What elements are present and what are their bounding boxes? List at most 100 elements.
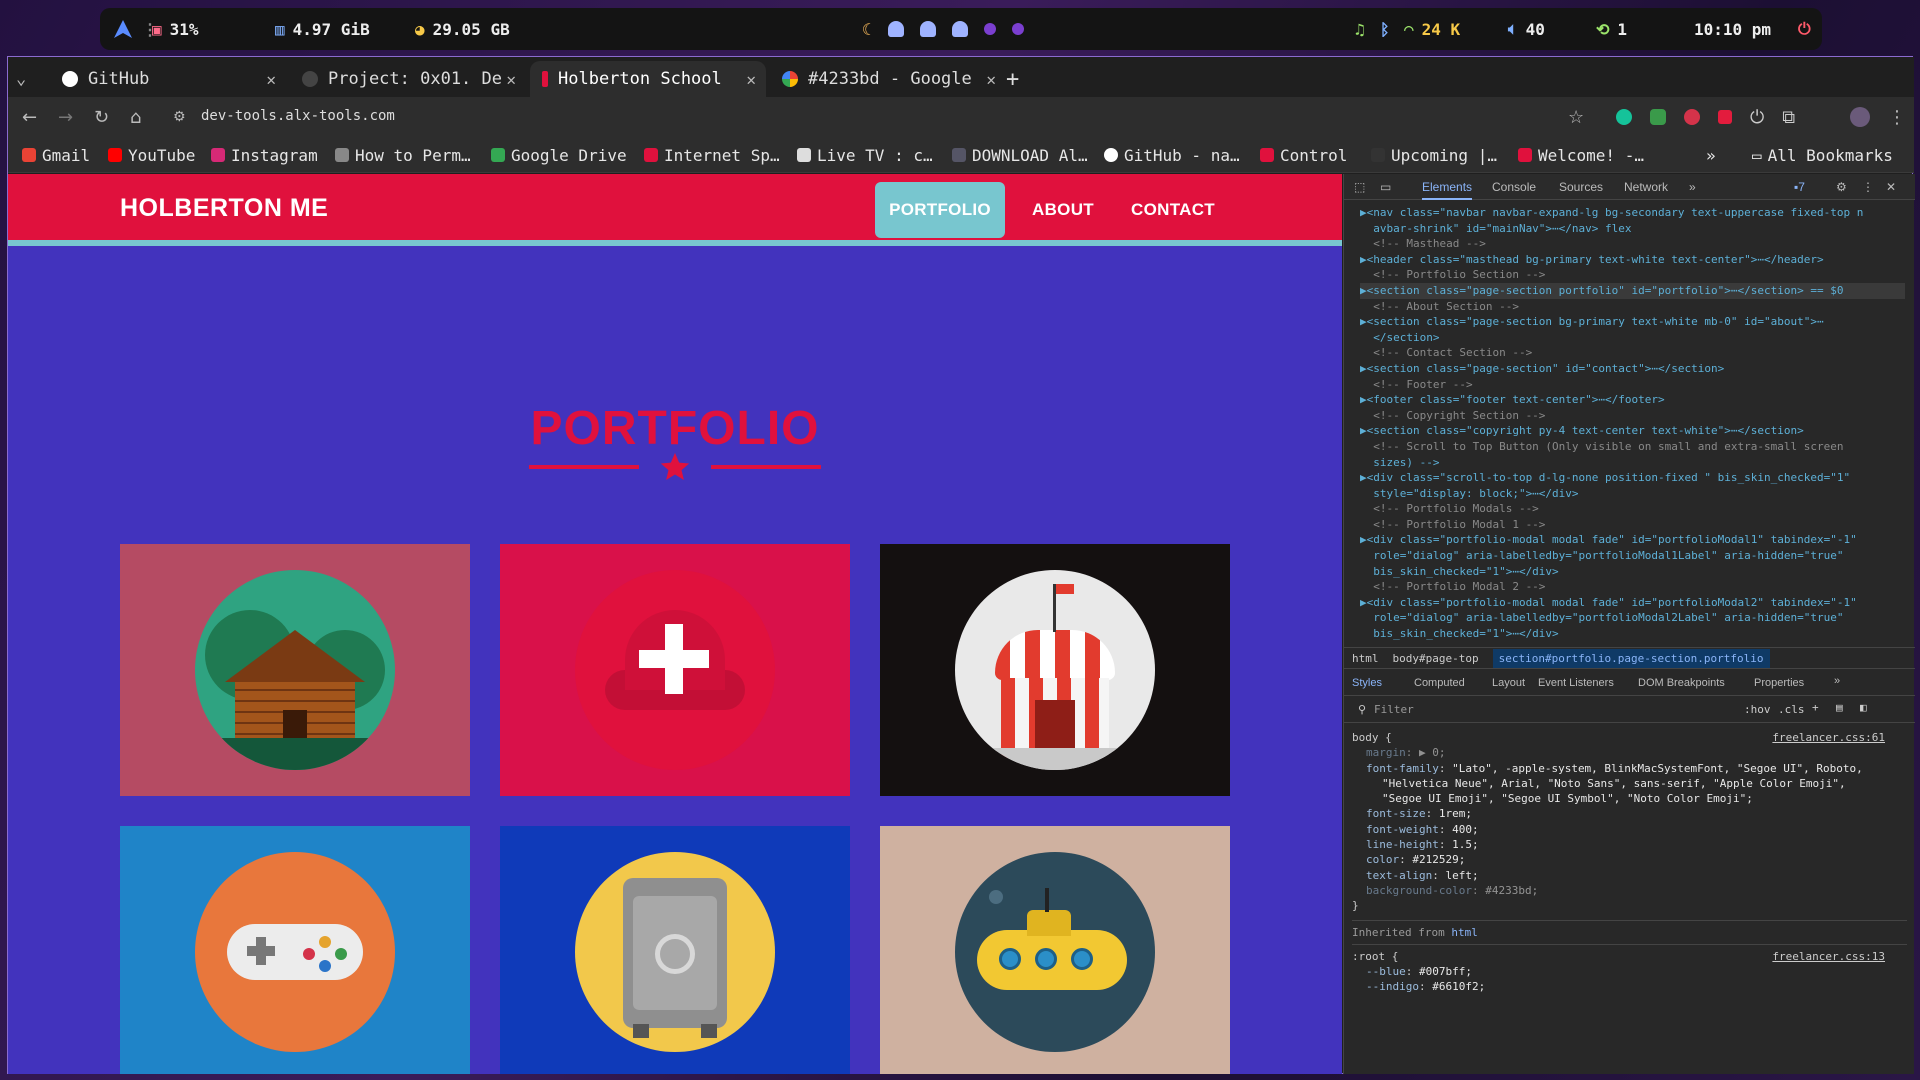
dom-node-line[interactable]: ▶<div class="scroll-to-top d-lg-none pos… [1360,470,1905,486]
nav-portfolio[interactable]: PORTFOLIO [875,182,1005,238]
dom-node-line[interactable]: role="dialog" aria-labelledby="portfolio… [1360,610,1905,626]
subtab-layout[interactable]: Layout [1492,677,1525,689]
extensions-puzzle-icon[interactable]: ⧉ [1782,107,1795,128]
dom-node-line[interactable]: <!-- Portfolio Modals --> [1360,501,1905,517]
dom-node-line[interactable]: <!-- Portfolio Modal 1 --> [1360,517,1905,533]
style-value[interactable]: 1.5; [1452,838,1479,851]
style-property[interactable]: color [1366,853,1399,866]
style-declaration[interactable]: text-align: left; [1352,868,1907,883]
style-property[interactable]: text-align [1366,869,1432,882]
style-value[interactable]: #007bff; [1419,965,1472,978]
style-value[interactable]: ▶ 0; [1419,746,1446,759]
site-settings-icon[interactable]: ⚙ [173,97,186,137]
sidebar-toggle-icon[interactable]: ◧ [1860,701,1867,714]
grammarly-icon[interactable] [1616,109,1632,125]
workspace-dot[interactable] [983,23,996,35]
dom-node-line[interactable]: <!-- Footer --> [1360,377,1905,393]
portfolio-item-safe[interactable] [500,826,850,1074]
bookmark-youtube[interactable]: YouTube [108,143,195,167]
hov-toggle[interactable]: :hov [1744,703,1771,716]
nav-about[interactable]: ABOUT [1020,182,1106,238]
style-property[interactable]: line-height [1366,838,1439,851]
tab-project[interactable]: Project: 0x01. De ✕ [290,61,526,97]
style-property[interactable]: --indigo [1366,980,1419,993]
bookmark-google-drive[interactable]: Google Drive [491,143,627,167]
extension-red-icon[interactable] [1718,110,1732,124]
volume-widget[interactable]: 🔈︎ 40 [1508,8,1545,50]
bluetooth-icon[interactable]: ᛒ [1380,8,1390,50]
portfolio-item-circus[interactable] [880,544,1230,796]
style-property[interactable]: font-family [1366,762,1439,775]
root-source-link[interactable]: freelancer.css:13 [1772,949,1885,964]
style-property[interactable]: font-size [1366,807,1426,820]
dom-node-line[interactable]: role="dialog" aria-labelledby="portfolio… [1360,548,1905,564]
forward-icon[interactable]: → [58,97,73,137]
cls-toggle[interactable]: .cls [1778,703,1805,716]
devtools-tab-elements[interactable]: Elements [1422,180,1473,200]
bookmark-welcome[interactable]: Welcome! -… [1518,143,1644,167]
bookmark-internet-speed[interactable]: Internet Sp… [644,143,780,167]
all-bookmarks[interactable]: ▭ All Bookmarks [1752,143,1893,167]
dom-node-line[interactable]: bis_skin_checked="1">⋯</div> [1360,626,1905,641]
style-declaration[interactable]: --indigo: #6610f2; [1352,979,1907,994]
extension-badge-icon[interactable] [1684,109,1700,125]
bookmark-gmail[interactable]: Gmail [22,143,90,167]
styles-filter-input[interactable]: Filter [1374,703,1414,716]
style-declaration[interactable]: background-color: #4233bd; [1352,883,1907,898]
dom-node-line[interactable]: <!-- About Section --> [1360,299,1905,315]
dom-node-line[interactable]: <!-- Masthead --> [1360,236,1905,252]
dom-node-line[interactable]: style="display: block;">⋯</div> [1360,486,1905,502]
more-bookmarks-icon[interactable]: » [1706,143,1716,167]
issues-badge[interactable]: ▪7 [1794,180,1805,194]
style-value[interactable]: #212529; [1412,853,1465,866]
dom-node-line[interactable]: ▶<footer class="footer text-center">⋯</f… [1360,392,1905,408]
dom-node-line[interactable]: <!-- Scroll to Top Button (Only visible … [1360,439,1905,455]
style-property[interactable]: margin [1366,746,1406,759]
bookmark-live-tv[interactable]: Live TV : c… [797,143,933,167]
bookmark-download[interactable]: DOWNLOAD Al… [952,143,1088,167]
site-brand[interactable]: HOLBERTON ME [120,194,328,223]
style-value[interactable]: 400; [1452,823,1479,836]
back-icon[interactable]: ← [22,97,37,137]
extension-shield-icon[interactable] [1650,109,1666,125]
subtab-dom-breakpoints[interactable]: DOM Breakpoints [1638,677,1725,689]
style-property[interactable]: --blue [1366,965,1406,978]
new-tab-icon[interactable]: + [1006,61,1036,97]
devtools-menu-icon[interactable]: ⋮ [1862,180,1874,194]
dom-node-line[interactable]: <!-- Portfolio Section --> [1360,267,1905,283]
bookmark-instagram[interactable]: Instagram [211,143,318,167]
breadcrumb-section[interactable]: section#portfolio.page-section.portfolio [1492,648,1770,668]
inspect-icon[interactable]: ⬚ [1354,180,1365,194]
subtab-event-listeners[interactable]: Event Listeners [1538,677,1614,689]
rule-selector[interactable]: body { [1352,731,1392,744]
element-state-icon[interactable]: ▤ [1836,701,1843,714]
settings-gear-icon[interactable]: ⚙ [1836,180,1847,194]
dom-node-line[interactable]: avbar-shrink" id="mainNav">⋯</nav> flex [1360,221,1905,237]
dom-node-line[interactable]: bis_skin_checked="1">⋯</div> [1360,564,1905,580]
style-value[interactable]: left; [1445,869,1478,882]
style-value[interactable]: #4233bd; [1485,884,1538,897]
dom-node-line[interactable]: <!-- Portfolio Modal 2 --> [1360,579,1905,595]
tab-list-chevron-icon[interactable]: ⌄ [16,61,42,97]
ghost-icon[interactable] [919,21,936,37]
workspace-indicators[interactable]: ☾ [862,8,1024,50]
nav-contact[interactable]: CONTACT [1118,182,1228,238]
profile-avatar-icon[interactable] [1850,97,1870,137]
rule-source-link[interactable]: freelancer.css:61 [1772,730,1885,745]
close-icon[interactable]: ✕ [746,70,756,89]
dom-node-line[interactable]: sizes) --> [1360,455,1905,471]
close-devtools-icon[interactable]: ✕ [1886,180,1896,194]
style-value[interactable]: "Segoe UI Emoji", "Segoe UI Symbol", "No… [1382,792,1753,805]
more-subtabs-icon[interactable]: » [1834,675,1840,687]
style-declaration[interactable]: color: #212529; [1352,852,1907,867]
reload-icon[interactable]: ↻ [94,97,109,137]
dom-node-line[interactable]: ▶<section class="page-section portfolio"… [1360,282,1905,299]
bookmark-star-icon[interactable]: ☆ [1568,97,1584,137]
url-field[interactable]: dev-tools.alx-tools.com [201,108,395,124]
portfolio-item-cabin[interactable] [120,544,470,796]
devtools-tab-console[interactable]: Console [1492,180,1536,194]
style-value[interactable]: "Helvetica Neue", Arial, "Noto Sans", sa… [1382,777,1846,790]
tab-github[interactable]: GitHub ✕ [50,61,286,97]
dom-node-line[interactable]: ▶<div class="portfolio-modal modal fade"… [1360,532,1905,548]
dom-node-line[interactable]: <!-- Copyright Section --> [1360,408,1905,424]
